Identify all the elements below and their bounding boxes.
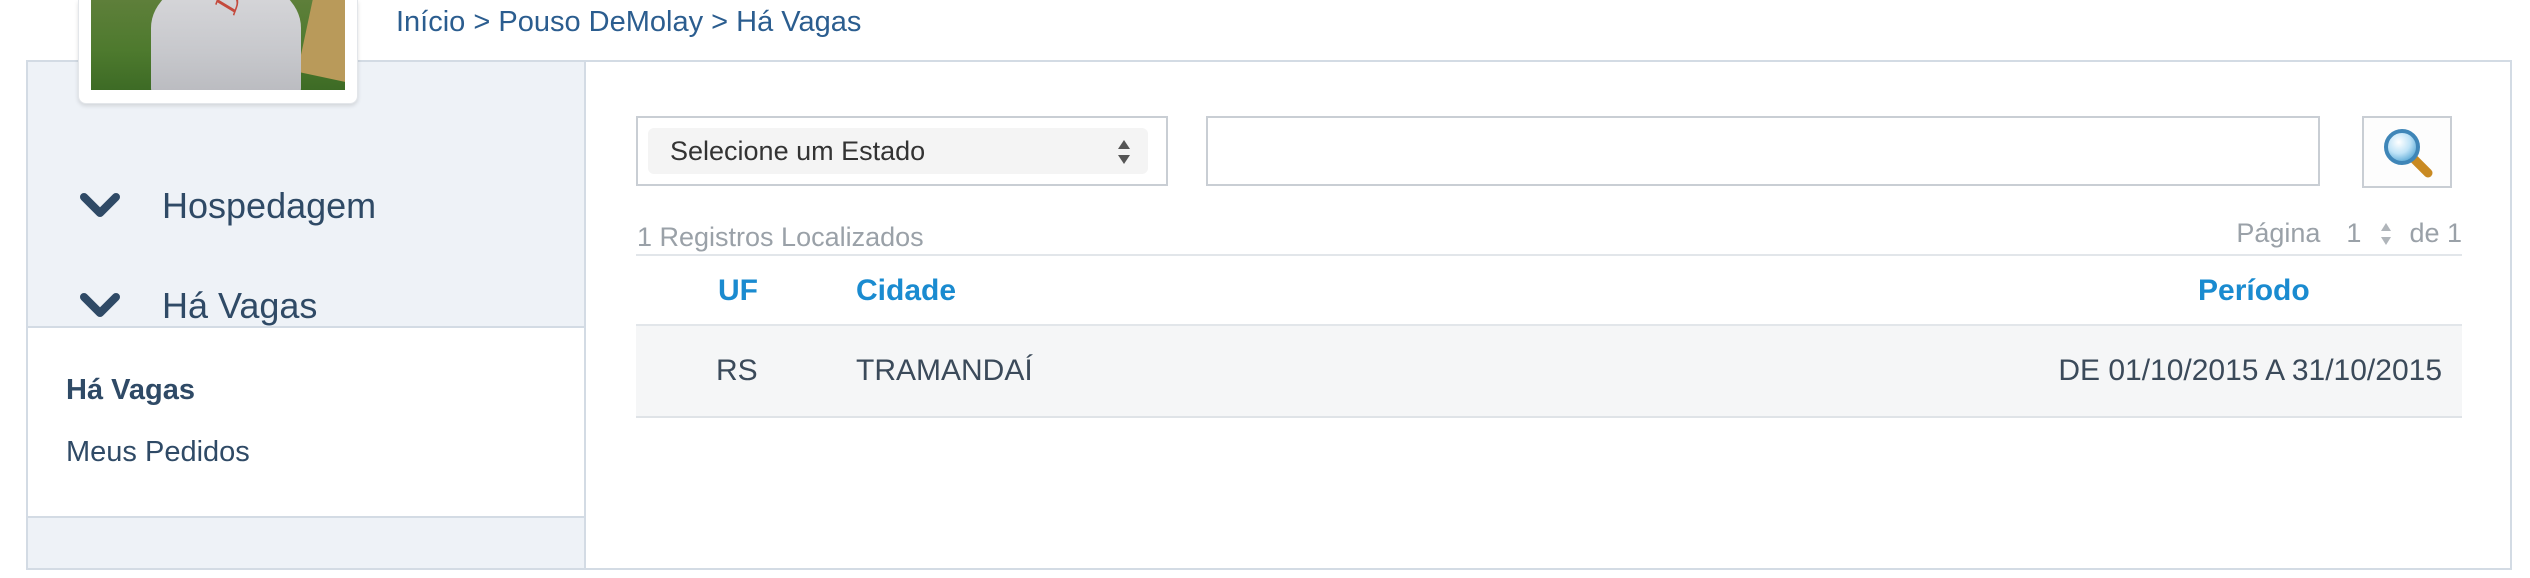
pagination-label: Página	[2236, 218, 2321, 248]
avatar-photo: DeMolay	[91, 0, 345, 90]
page-number-select[interactable]: 1	[2346, 218, 2361, 249]
sidebar-item-label: Hospedagem	[162, 185, 377, 226]
search-input[interactable]	[1206, 116, 2320, 186]
sidebar-item-hospedagem[interactable]: Hospedagem	[78, 176, 376, 236]
sidebar-item-label: Há Vagas	[162, 285, 318, 326]
pagination-total: de 1	[2409, 218, 2462, 248]
select-arrows-icon	[1118, 140, 1130, 164]
cell-uf: RS	[716, 354, 758, 387]
avatar: DeMolay	[78, 0, 358, 104]
column-header-cidade[interactable]: Cidade	[856, 274, 956, 308]
cell-cidade: TRAMANDAÍ	[856, 354, 1033, 387]
submenu-item-ha-vagas[interactable]: Há Vagas	[66, 374, 195, 407]
breadcrumb[interactable]: Início > Pouso DeMolay > Há Vagas	[396, 6, 861, 39]
chevron-down-icon	[80, 193, 120, 217]
pagination: Página 1 de 1	[2236, 218, 2462, 249]
divider	[636, 254, 2462, 256]
state-select[interactable]: Selecione um Estado	[636, 116, 1168, 186]
search-button[interactable]	[2362, 116, 2452, 188]
submenu-item-meus-pedidos[interactable]: Meus Pedidos	[66, 436, 250, 469]
chevron-down-icon	[80, 293, 120, 317]
page-stepper-icon[interactable]	[2379, 220, 2393, 248]
magnifier-icon	[2384, 129, 2433, 178]
sidebar: Hospedagem Há Vagas Há Vagas Meus Pedido…	[26, 60, 586, 570]
records-count: 1 Registros Localizados	[637, 222, 924, 252]
sidebar-item-ha-vagas[interactable]: Há Vagas	[78, 276, 317, 336]
column-header-uf[interactable]: UF	[718, 274, 758, 308]
sidebar-footer-panel	[28, 516, 584, 568]
cell-periodo: DE 01/10/2015 A 31/10/2015	[2058, 354, 2442, 387]
column-header-periodo[interactable]: Período	[2198, 274, 2310, 308]
state-select-value: Selecione um Estado	[670, 136, 926, 166]
